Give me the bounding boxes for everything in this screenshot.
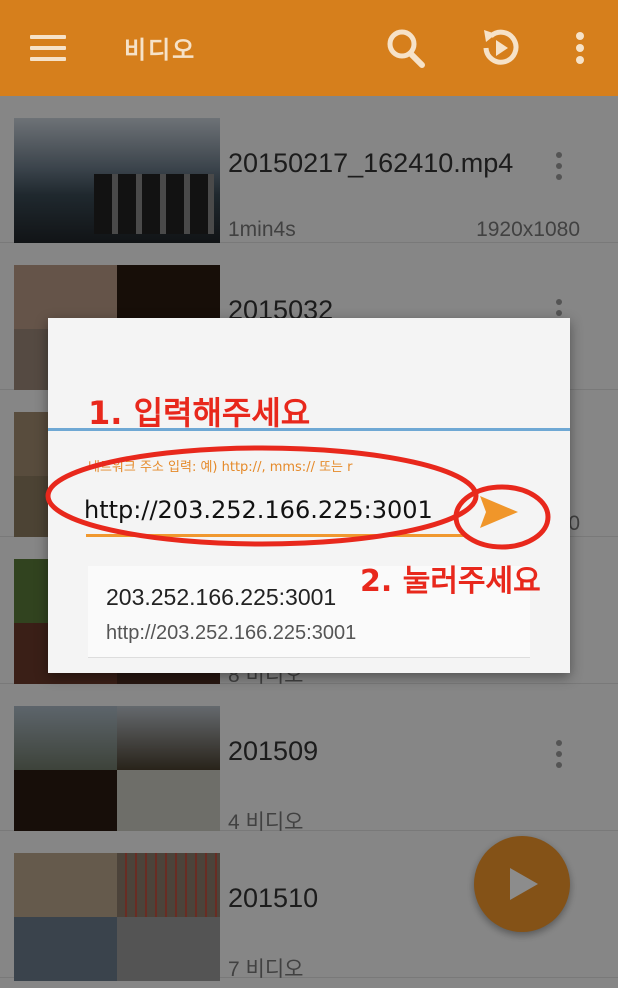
suggestion-url: http://203.252.166.225:3001 [106,622,357,644]
menu-icon[interactable] [30,35,66,61]
suggestion-title: 203.252.166.225:3001 [106,584,337,610]
input-underline [86,534,466,537]
search-icon[interactable] [384,24,428,72]
annotation-step1: 1. 입력해주세요 [88,394,311,432]
network-stream-dialog: 네트워크 주소 입력: 예) http://, mms:// 또는 r 203.… [48,318,570,673]
history-icon[interactable] [478,24,522,72]
url-hint-label: 네트워크 주소 입력: 예) http://, mms:// 또는 r [88,460,353,475]
annotation-step2: 2. 눌러주세요 [360,564,541,599]
page-title: 비디오 [124,36,197,64]
send-button[interactable] [476,490,520,534]
more-vert-icon[interactable] [558,24,602,72]
send-arrow-icon [480,496,518,528]
app-bar: 비디오 [0,0,618,96]
url-input[interactable] [84,488,464,532]
